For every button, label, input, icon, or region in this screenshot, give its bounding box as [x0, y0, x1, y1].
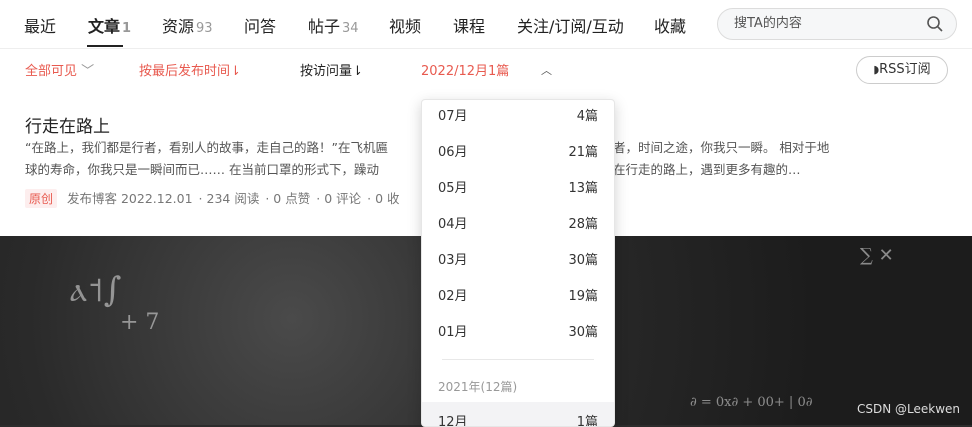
month-item[interactable]: 06月 21篇	[422, 132, 614, 168]
month-count: 19篇	[568, 289, 598, 304]
tab-favorites[interactable]: 收藏	[654, 13, 686, 37]
month-count: 21篇	[568, 145, 598, 160]
article-meta: 原创 发布博客 2022.12.01 · 234 阅读 · 0 点赞 · 0 评论 · …	[25, 188, 406, 208]
read-count: 234 阅读	[206, 191, 260, 206]
tab-label: 文章	[88, 17, 121, 36]
tab-recent[interactable]: 最近	[24, 13, 56, 37]
chalk-doodle: ∑ ✕	[860, 245, 894, 266]
date-filter[interactable]: 2022/12月1篇	[421, 60, 509, 79]
month-count: 4篇	[576, 109, 598, 124]
divider	[442, 359, 594, 360]
sort-down-icon: ⇂	[230, 64, 241, 79]
month-count: 30篇	[568, 253, 598, 268]
month-label: 03月	[438, 253, 468, 268]
tab-qa[interactable]: 问答	[244, 13, 276, 37]
tab-count: 93	[196, 21, 213, 36]
month-label: 05月	[438, 181, 468, 196]
month-item[interactable]: 02月 19篇	[422, 276, 614, 312]
chalk-doodle: + 7	[120, 310, 160, 335]
tab-label: 问答	[244, 17, 277, 36]
month-label: 04月	[438, 217, 468, 232]
visibility-filter[interactable]: 全部可见 ﹀	[25, 60, 94, 79]
month-count: 30篇	[568, 325, 598, 340]
month-item[interactable]: 01月 30篇	[422, 312, 614, 348]
tab-label: 帖子	[308, 17, 341, 36]
tab-label: 关注/订阅/互动	[517, 17, 624, 36]
chevron-up-icon[interactable]: ︿	[541, 62, 552, 78]
month-item[interactable]: 05月 13篇	[422, 168, 614, 204]
tab-label: 视频	[389, 17, 422, 36]
tab-label: 最近	[24, 17, 57, 36]
year-header: 2021年(12篇)	[438, 380, 518, 394]
sort-by-time[interactable]: 按最后发布时间⇂	[139, 60, 241, 79]
chevron-down-icon: ﹀	[81, 64, 95, 79]
comment-count: 0 评论	[324, 191, 362, 206]
sort-by-visits[interactable]: 按访问量⇂	[300, 60, 363, 79]
publish-info: 发布博客 2022.12.01	[67, 191, 193, 206]
tab-courses[interactable]: 课程	[453, 13, 485, 37]
date-label: 2022/12月1篇	[421, 64, 510, 79]
chalk-doodle: ⲁ˦∫	[70, 270, 122, 310]
fav-count: 0 收	[375, 191, 400, 206]
month-count: 28篇	[568, 217, 598, 232]
date-dropdown: 07月 4篇 06月 21篇 05月 13篇 04月 28篇 03月 30篇 02月 19篇…	[421, 99, 615, 427]
month-label: 06月	[438, 145, 468, 160]
month-label: 02月	[438, 289, 468, 304]
month-item[interactable]: 04月 28篇	[422, 204, 614, 240]
watermark: CSDN @Leekwen	[857, 402, 961, 416]
tab-label: 课程	[453, 17, 486, 36]
tab-videos[interactable]: 视频	[389, 13, 421, 37]
month-label: 07月	[438, 109, 468, 124]
like-count: 0 点赞	[273, 191, 311, 206]
tab-follow[interactable]: 关注/订阅/互动	[517, 13, 624, 37]
tab-count: 34	[342, 21, 359, 36]
desc-line: “在路上，我们都是行者，看别人的故事，走自己的路！”在飞机匾	[25, 140, 388, 155]
tab-articles[interactable]: 文章 1	[88, 13, 131, 37]
tab-count: 1	[122, 21, 132, 36]
chalk-doodle: ∂ = 0x∂ + 00+ | 0∂	[690, 395, 813, 410]
month-item[interactable]: 03月 30篇	[422, 240, 614, 276]
month-label: 01月	[438, 325, 468, 340]
search-input[interactable]	[732, 15, 916, 32]
rss-label: RSS订阅	[879, 62, 931, 77]
rss-button[interactable]: ◗RSS订阅	[856, 56, 948, 84]
desc-line: 球的寿命，你我只是一瞬间而已…… 在当前口罩的形式下，躁动	[25, 162, 379, 177]
top-nav: 最近 文章 1 资源 93 问答 帖子 34 视频 课程 关注/订阅/互动 收藏	[0, 0, 972, 49]
tab-resources[interactable]: 资源 93	[162, 13, 213, 37]
month-item[interactable]: 12月 1篇	[422, 402, 614, 426]
tab-label: 收藏	[654, 17, 687, 36]
sort-visits-label: 按访问量	[300, 64, 353, 79]
visibility-label: 全部可见	[25, 64, 78, 79]
active-tab-indicator	[87, 45, 123, 47]
filter-bar: 全部可见 ﹀ 按最后发布时间⇂ 按访问量⇂ 2022/12月1篇 ︿ ◗RSS订…	[0, 49, 972, 89]
search-icon[interactable]	[926, 15, 944, 33]
article-title[interactable]: 行走在路上	[25, 112, 110, 137]
tab-label: 资源	[162, 17, 195, 36]
tab-posts[interactable]: 帖子 34	[308, 13, 359, 37]
sort-time-label: 按最后发布时间	[139, 64, 231, 79]
month-count: 13篇	[568, 181, 598, 196]
search-box[interactable]	[717, 8, 957, 40]
sort-down-icon: ⇂	[352, 64, 363, 79]
month-item[interactable]: 07月 4篇	[422, 100, 614, 132]
original-badge: 原创	[25, 189, 58, 208]
